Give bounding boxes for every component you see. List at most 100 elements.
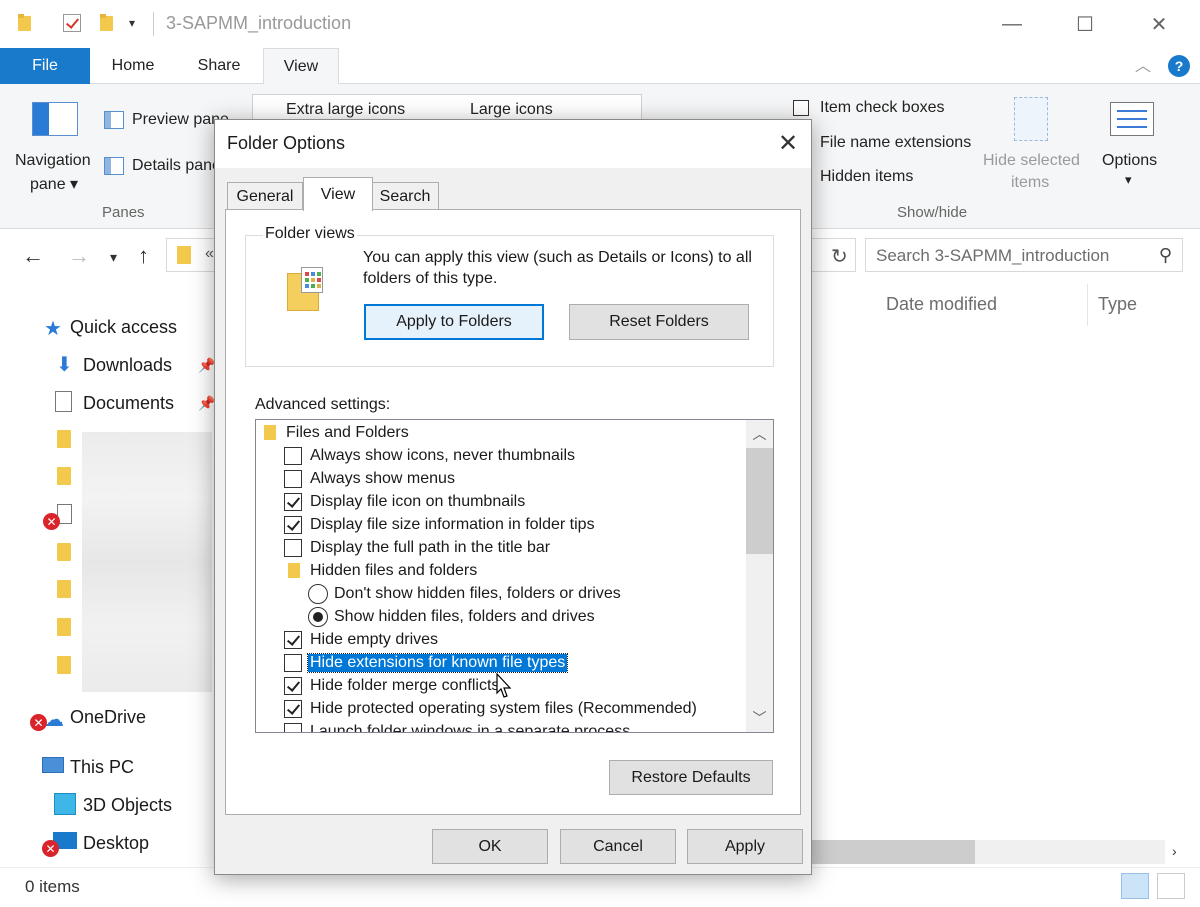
minimize-button[interactable]: —: [989, 0, 1035, 48]
apply-to-folders-button[interactable]: Apply to Folders: [364, 304, 544, 340]
checkbox[interactable]: [284, 469, 302, 488]
nav-onedrive[interactable]: OneDrive: [70, 707, 146, 728]
extra-large-icons-option[interactable]: Extra large icons: [286, 101, 405, 119]
details-view-icon[interactable]: [1121, 873, 1149, 899]
setting-checkbox[interactable]: Display file size information in folder …: [284, 513, 595, 536]
setting-checkbox[interactable]: Display file icon on thumbnails: [284, 490, 525, 513]
checkbox[interactable]: [284, 446, 302, 465]
search-icon[interactable]: ⚲: [1159, 245, 1172, 266]
setting-label[interactable]: Display the full path in the title bar: [310, 539, 550, 557]
advanced-settings-list[interactable]: Launch folder windows in a separate proc…: [255, 419, 774, 733]
scroll-down-chevron-icon[interactable]: ﹀: [746, 704, 773, 732]
setting-checkbox[interactable]: Launch folder windows in a separate proc…: [284, 720, 630, 733]
new-folder-icon[interactable]: [100, 14, 113, 31]
search-input[interactable]: Search 3-SAPMM_introduction ⚲: [865, 238, 1183, 272]
setting-label[interactable]: Files and Folders: [286, 424, 409, 442]
nav-quick-access[interactable]: Quick access: [70, 317, 177, 338]
column-type[interactable]: Type: [1098, 294, 1137, 315]
item-check-boxes-label[interactable]: Item check boxes: [820, 99, 945, 117]
dialog-close-icon[interactable]: ✕: [771, 126, 805, 160]
collapse-ribbon-chevron-icon[interactable]: ︿: [1135, 52, 1151, 76]
setting-label[interactable]: Hide empty drives: [310, 631, 438, 649]
tab-share[interactable]: Share: [180, 48, 258, 84]
customize-qat-chevron-icon[interactable]: ▾: [129, 16, 135, 30]
checkbox[interactable]: [284, 722, 302, 732]
setting-checkbox[interactable]: Hide protected operating system files (R…: [284, 697, 697, 720]
preview-pane-icon[interactable]: [104, 111, 124, 129]
checkbox[interactable]: [284, 630, 302, 649]
large-icons-view-icon[interactable]: [1157, 873, 1185, 899]
tab-home[interactable]: Home: [96, 48, 170, 84]
column-separator[interactable]: [1087, 284, 1088, 326]
navigation-pane-icon[interactable]: [32, 102, 78, 136]
checkbox[interactable]: [284, 653, 302, 672]
path-overflow-icon[interactable]: «: [205, 245, 214, 263]
options-button[interactable]: Options: [1102, 152, 1157, 170]
restore-defaults-button[interactable]: Restore Defaults: [609, 760, 773, 795]
column-date-modified[interactable]: Date modified: [886, 294, 997, 315]
setting-checkbox[interactable]: Always show icons, never thumbnails: [284, 444, 575, 467]
settings-scrollbar[interactable]: ︿ ﹀: [746, 420, 773, 732]
apply-button[interactable]: Apply: [687, 829, 803, 864]
setting-label[interactable]: Display file icon on thumbnails: [310, 493, 525, 511]
settings-category[interactable]: Files and Folders: [264, 421, 409, 444]
tab-view[interactable]: View: [263, 48, 339, 85]
details-pane-button[interactable]: Details pane: [132, 157, 221, 175]
navigation-pane-label-2[interactable]: pane ▾: [30, 174, 78, 194]
setting-label[interactable]: Show hidden files, folders and drives: [334, 608, 595, 626]
setting-label[interactable]: Hide extensions for known file types: [306, 652, 569, 673]
help-icon[interactable]: ?: [1168, 55, 1190, 77]
large-icons-option[interactable]: Large icons: [470, 101, 553, 119]
radio-button[interactable]: [308, 606, 328, 627]
scroll-up-chevron-icon[interactable]: ︿: [746, 420, 773, 448]
setting-label[interactable]: Hidden files and folders: [310, 562, 477, 580]
settings-scrollbar-thumb[interactable]: [746, 448, 773, 554]
details-pane-icon[interactable]: [104, 157, 124, 175]
tab-view[interactable]: View: [303, 177, 373, 211]
hidden-items-label[interactable]: Hidden items: [820, 168, 913, 186]
setting-checkbox[interactable]: Hide extensions for known file types: [284, 651, 569, 674]
checkbox[interactable]: [284, 538, 302, 557]
reset-folders-button[interactable]: Reset Folders: [569, 304, 749, 340]
tab-search[interactable]: Search: [371, 182, 439, 210]
folder-icon[interactable]: [18, 14, 31, 31]
scroll-right-chevron-icon[interactable]: ›: [1172, 843, 1177, 859]
properties-check-icon[interactable]: [63, 14, 81, 32]
setting-label[interactable]: Launch folder windows in a separate proc…: [310, 723, 630, 733]
forward-arrow-icon[interactable]: →: [68, 243, 90, 269]
setting-label[interactable]: Hide folder merge conflicts: [310, 677, 499, 695]
nav-downloads[interactable]: Downloads: [83, 355, 172, 376]
cancel-button[interactable]: Cancel: [560, 829, 676, 864]
setting-checkbox[interactable]: Hide folder merge conflicts: [284, 674, 499, 697]
up-arrow-icon[interactable]: ↑: [138, 243, 149, 269]
nav-this-pc[interactable]: This PC: [70, 757, 134, 778]
setting-checkbox[interactable]: Always show menus: [284, 467, 455, 490]
setting-label[interactable]: Always show menus: [310, 470, 455, 488]
close-button[interactable]: ✕: [1136, 0, 1182, 48]
checkbox[interactable]: [284, 676, 302, 695]
options-icon[interactable]: [1110, 102, 1154, 136]
refresh-icon[interactable]: ↻: [831, 244, 848, 269]
setting-checkbox[interactable]: Display the full path in the title bar: [284, 536, 550, 559]
checkbox[interactable]: [284, 515, 302, 534]
recent-locations-chevron-icon[interactable]: ▾: [110, 249, 117, 266]
back-arrow-icon[interactable]: ←: [22, 243, 44, 269]
setting-label[interactable]: Always show icons, never thumbnails: [310, 447, 575, 465]
tab-file[interactable]: File: [0, 48, 90, 84]
options-dropdown-chevron-icon[interactable]: ▾: [1125, 172, 1132, 188]
horizontal-scrollbar-track[interactable]: [975, 840, 1165, 864]
item-check-boxes-checkbox[interactable]: [793, 100, 809, 116]
nav-desktop[interactable]: Desktop: [83, 833, 149, 854]
nav-3d-objects[interactable]: 3D Objects: [83, 795, 172, 816]
checkbox[interactable]: [284, 492, 302, 511]
setting-label[interactable]: Don't show hidden files, folders or driv…: [334, 585, 621, 603]
checkbox[interactable]: [284, 699, 302, 718]
tab-general[interactable]: General: [227, 182, 303, 210]
setting-label[interactable]: Display file size information in folder …: [310, 516, 595, 534]
setting-checkbox[interactable]: Hide empty drives: [284, 628, 438, 651]
settings-category[interactable]: Hidden files and folders: [288, 559, 477, 582]
maximize-button[interactable]: ☐: [1062, 0, 1108, 48]
navigation-pane-label[interactable]: Navigation: [15, 152, 91, 170]
file-name-extensions-label[interactable]: File name extensions: [820, 134, 971, 152]
radio-button[interactable]: [308, 583, 328, 604]
